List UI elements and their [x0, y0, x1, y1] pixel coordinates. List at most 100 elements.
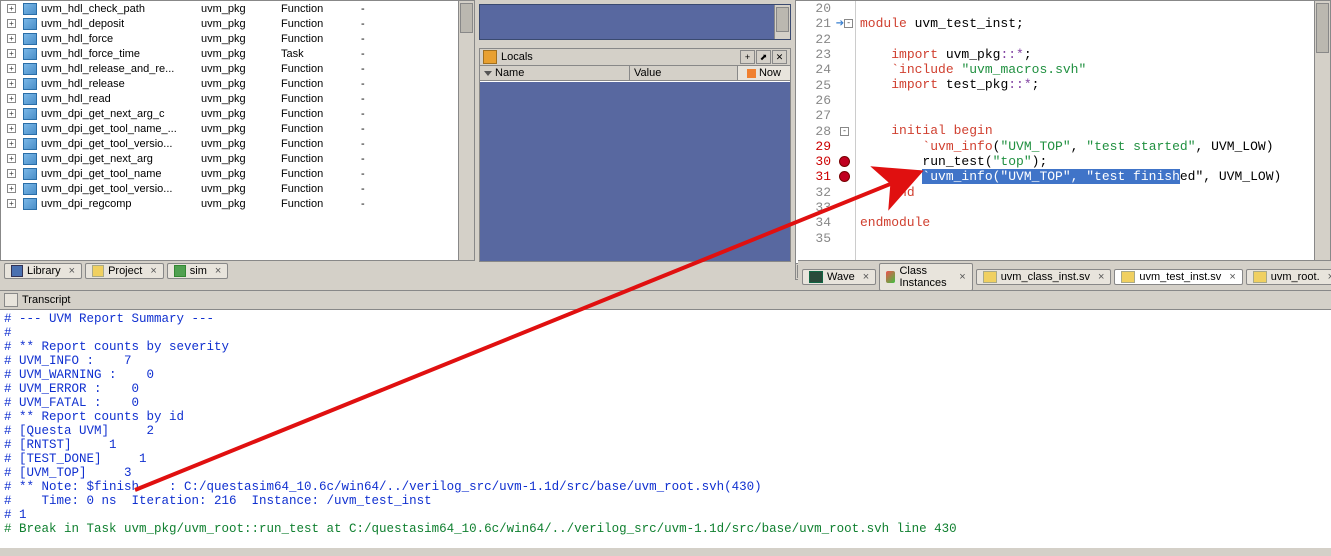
gutter-margin[interactable]: - — [834, 123, 855, 138]
expand-icon[interactable]: + — [7, 4, 16, 13]
gutter-margin[interactable] — [834, 1, 855, 16]
code-line[interactable]: `include "uvm_macros.svh" — [860, 62, 1330, 77]
code-line[interactable]: `uvm_info("UVM_TOP", "test started", UVM… — [860, 139, 1330, 154]
tab-uvm-root-[interactable]: uvm_root.× — [1246, 269, 1331, 285]
close-icon[interactable]: × — [215, 265, 221, 277]
gutter-margin[interactable] — [834, 139, 855, 154]
code-line[interactable]: run_test("top"); — [860, 154, 1330, 169]
gutter-margin[interactable] — [834, 93, 855, 108]
transcript-line: # — [4, 326, 1327, 340]
code-line[interactable] — [860, 32, 1330, 47]
gutter-margin[interactable] — [834, 215, 855, 230]
breakpoint-icon[interactable] — [839, 171, 850, 182]
library-row[interactable]: +uvm_hdl_deposit uvm_pkg Function - — [1, 16, 474, 31]
tab-library[interactable]: Library× — [4, 263, 82, 279]
code-line[interactable]: initial begin — [860, 123, 1330, 138]
library-row[interactable]: +uvm_dpi_get_next_arg uvm_pkg Function - — [1, 151, 474, 166]
code-editor[interactable]: 20212223242526272829303132333435 ➔-- mod… — [796, 1, 1330, 263]
code-line[interactable] — [860, 1, 1330, 16]
library-row[interactable]: +uvm_dpi_get_tool_versio... uvm_pkg Func… — [1, 136, 474, 151]
expand-icon[interactable]: + — [7, 49, 16, 58]
library-row[interactable]: +uvm_hdl_force uvm_pkg Function - — [1, 31, 474, 46]
tab-class-instances[interactable]: Class Instances× — [879, 263, 973, 291]
locals-close-button[interactable]: ✕ — [772, 50, 787, 64]
line-number: 23 — [796, 47, 834, 62]
library-row[interactable]: +uvm_hdl_release uvm_pkg Function - — [1, 76, 474, 91]
expand-icon[interactable]: + — [7, 184, 16, 193]
library-row[interactable]: +uvm_dpi_get_tool_versio... uvm_pkg Func… — [1, 181, 474, 196]
expand-icon[interactable]: + — [7, 139, 16, 148]
expand-icon[interactable]: + — [7, 109, 16, 118]
library-row[interactable]: +uvm_hdl_check_path uvm_pkg Function - — [1, 1, 474, 16]
close-icon[interactable]: × — [959, 271, 965, 283]
locals-undock-button[interactable]: ⬈ — [756, 50, 771, 64]
code-line[interactable] — [860, 108, 1330, 123]
library-scrollbar-v[interactable] — [458, 1, 474, 263]
code-line[interactable] — [860, 230, 1330, 245]
library-row[interactable]: +uvm_dpi_get_tool_name_... uvm_pkg Funct… — [1, 121, 474, 136]
locals-col-value[interactable]: Value — [630, 66, 738, 80]
function-icon — [23, 123, 37, 135]
library-row[interactable]: +uvm_dpi_get_next_arg_c uvm_pkg Function… — [1, 106, 474, 121]
gutter-margin[interactable] — [834, 154, 855, 169]
gutter-margin[interactable] — [834, 47, 855, 62]
expand-icon[interactable]: + — [7, 94, 16, 103]
close-icon[interactable]: × — [69, 265, 75, 277]
expand-icon[interactable]: + — [7, 79, 16, 88]
locals-col-name[interactable]: Name — [495, 67, 524, 79]
locals-add-button[interactable]: + — [740, 50, 755, 64]
gutter-margin[interactable]: ➔- — [834, 16, 855, 31]
code-line[interactable]: module uvm_test_inst; — [860, 16, 1330, 31]
library-row[interactable]: +uvm_dpi_regcomp uvm_pkg Function - — [1, 196, 474, 211]
code-line[interactable]: import test_pkg::*; — [860, 77, 1330, 92]
library-row[interactable]: +uvm_hdl_release_and_re... uvm_pkg Funct… — [1, 61, 474, 76]
gutter-margin[interactable] — [834, 32, 855, 47]
close-icon[interactable]: × — [863, 271, 869, 283]
library-row[interactable]: +uvm_hdl_force_time uvm_pkg Task - — [1, 46, 474, 61]
library-row[interactable]: +uvm_dpi_get_tool_name uvm_pkg Function … — [1, 166, 474, 181]
fold-icon[interactable]: - — [844, 19, 853, 28]
tab-project[interactable]: Project× — [85, 263, 164, 279]
close-icon[interactable]: × — [1229, 271, 1235, 283]
locals-now-button[interactable]: Now — [738, 66, 790, 80]
item-extra: - — [361, 3, 401, 15]
tab-uvm-class-inst-sv[interactable]: uvm_class_inst.sv× — [976, 269, 1112, 285]
transcript-line: # Break in Task uvm_pkg/uvm_root::run_te… — [4, 522, 1327, 536]
wave-icon — [809, 271, 823, 283]
gutter-margin[interactable] — [834, 200, 855, 215]
fold-icon[interactable]: - — [840, 127, 849, 136]
expand-icon[interactable]: + — [7, 154, 16, 163]
upper-scrollbar[interactable] — [774, 5, 790, 39]
expand-icon[interactable]: + — [7, 19, 16, 28]
tab-uvm-test-inst-sv[interactable]: uvm_test_inst.sv× — [1114, 269, 1242, 285]
breakpoint-icon[interactable] — [839, 156, 850, 167]
library-row[interactable]: +uvm_hdl_read uvm_pkg Function - — [1, 91, 474, 106]
expand-icon[interactable]: + — [7, 124, 16, 133]
sort-icon[interactable] — [484, 71, 492, 76]
code-line[interactable]: endmodule — [860, 215, 1330, 230]
gutter-margin[interactable] — [834, 185, 855, 200]
gutter-margin[interactable] — [834, 169, 855, 184]
gutter-margin[interactable] — [834, 77, 855, 92]
code-line[interactable]: import uvm_pkg::*; — [860, 47, 1330, 62]
code-line[interactable] — [860, 93, 1330, 108]
gutter-margin[interactable] — [834, 62, 855, 77]
item-pkg: uvm_pkg — [201, 183, 281, 195]
library-table[interactable]: +uvm_hdl_check_path uvm_pkg Function - +… — [1, 1, 474, 263]
close-icon[interactable]: × — [1098, 271, 1104, 283]
expand-icon[interactable]: + — [7, 64, 16, 73]
editor-scrollbar-v[interactable] — [1314, 1, 1330, 263]
code-line[interactable]: end — [860, 185, 1330, 200]
locals-body[interactable] — [480, 81, 790, 261]
code-line[interactable] — [860, 200, 1330, 215]
expand-icon[interactable]: + — [7, 199, 16, 208]
expand-icon[interactable]: + — [7, 169, 16, 178]
expand-icon[interactable]: + — [7, 34, 16, 43]
code-line[interactable]: `uvm_info("UVM_TOP", "test finished", UV… — [860, 169, 1330, 184]
transcript-body[interactable]: # --- UVM Report Summary ---## ** Report… — [0, 310, 1331, 548]
gutter-margin[interactable] — [834, 230, 855, 245]
gutter-margin[interactable] — [834, 108, 855, 123]
tab-wave[interactable]: Wave× — [802, 269, 876, 285]
close-icon[interactable]: × — [150, 265, 156, 277]
tab-sim[interactable]: sim× — [167, 263, 229, 279]
